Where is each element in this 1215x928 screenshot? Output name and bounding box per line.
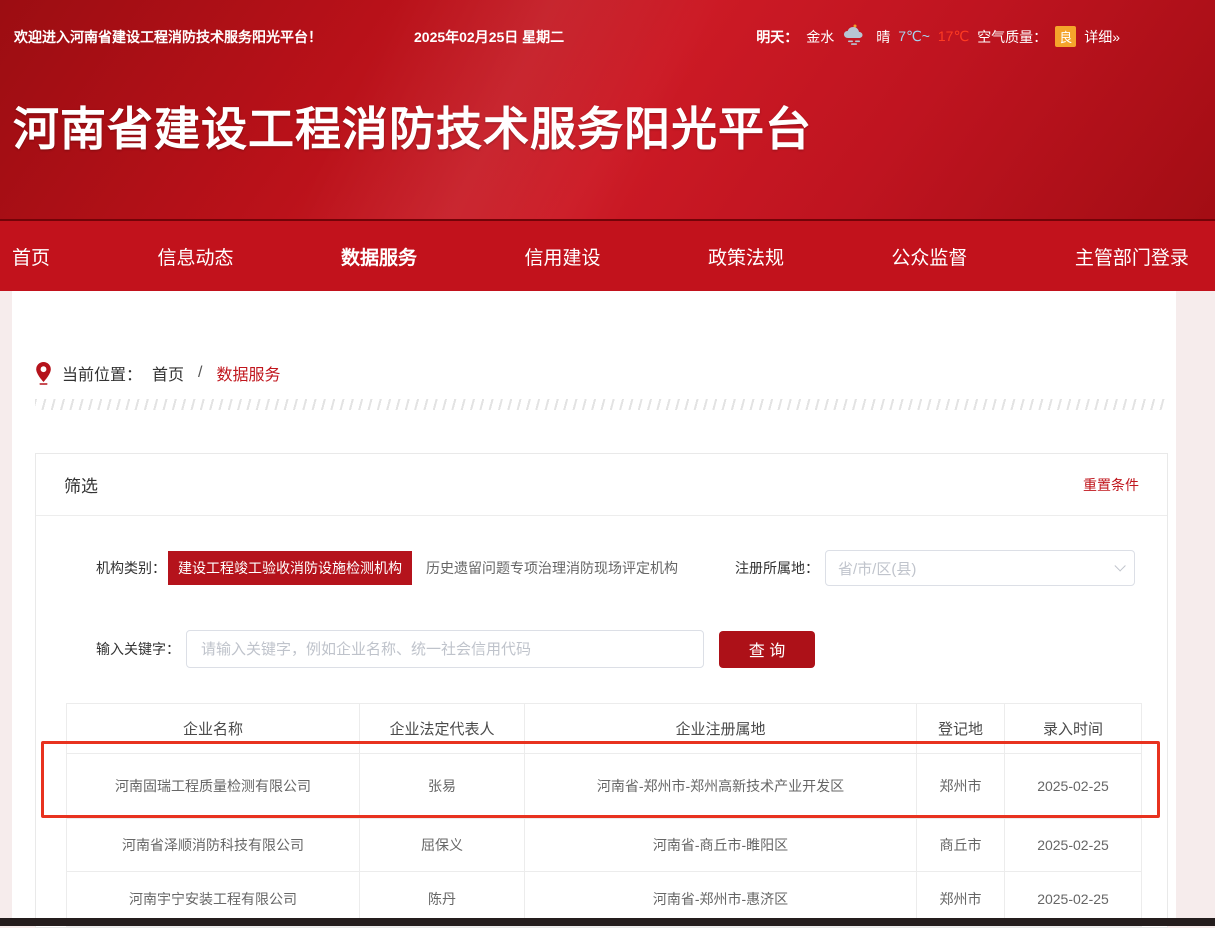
aqi-badge: 良	[1055, 26, 1076, 47]
weather-widget: 明天： 金水 晴 7℃~ 17℃ 空气质量： 良 详细»	[756, 24, 1120, 49]
breadcrumb-home[interactable]: 首页	[152, 361, 184, 385]
col-header-entry-date: 录入时间	[1005, 704, 1142, 754]
content-area: 当前位置： 首页 / 数据服务 筛选 重置条件 机构类别： 建设工程竣工验收消防…	[12, 291, 1176, 918]
cell-registered-location: 河南省-商丘市-睢阳区	[525, 819, 917, 872]
cell-registered-location: 河南省-郑州市-郑州高新技术产业开发区	[525, 754, 917, 819]
filter-panel: 筛选 重置条件 机构类别： 建设工程竣工验收消防设施检测机构 历史遗留问题专项治…	[35, 453, 1168, 928]
table-row: 河南省泽顺消防科技有限公司 屈保义 河南省-商丘市-睢阳区 商丘市 2025-0…	[67, 819, 1142, 872]
cell-registry-city: 商丘市	[917, 819, 1005, 872]
nav-item-credit[interactable]: 信用建设	[524, 243, 600, 270]
table-header-row: 企业名称 企业法定代表人 企业注册属地 登记地 录入时间	[67, 704, 1142, 754]
search-button[interactable]: 查 询	[719, 631, 815, 668]
region-select-placeholder: 省/市/区(县)	[838, 558, 916, 579]
nav-item-news[interactable]: 信息动态	[157, 243, 233, 270]
nav-item-home[interactable]: 首页	[12, 243, 50, 270]
filter-title: 筛选	[64, 472, 98, 497]
keyword-input[interactable]	[186, 630, 704, 668]
cell-company-name: 河南省泽顺消防科技有限公司	[67, 819, 360, 872]
aqi-label: 空气质量：	[977, 27, 1047, 47]
breadcrumb-separator: /	[194, 364, 206, 382]
temp-low: 7℃~	[898, 28, 930, 45]
col-header-registry-city: 登记地	[917, 704, 1005, 754]
region-select[interactable]: 省/市/区(县)	[825, 550, 1135, 586]
col-header-company-name: 企业名称	[67, 704, 360, 754]
page-title: 河南省建设工程消防技术服务阳光平台	[0, 49, 1215, 159]
cell-company-name: 河南固瑞工程质量检测有限公司	[67, 754, 360, 819]
topbar: 欢迎进入河南省建设工程消防技术服务阳光平台！ 2025年02月25日 星期二 明…	[0, 0, 1215, 49]
weather-city: 金水	[806, 27, 834, 47]
category-filter-row: 机构类别： 建设工程竣工验收消防设施检测机构 历史遗留问题专项治理消防现场评定机…	[36, 550, 1167, 586]
filter-panel-header: 筛选 重置条件	[36, 454, 1167, 516]
col-header-registered-location: 企业注册属地	[525, 704, 917, 754]
category-option-other[interactable]: 历史遗留问题专项治理消防现场评定机构	[426, 558, 678, 578]
category-label: 机构类别：	[96, 558, 166, 578]
chevron-down-icon	[1114, 560, 1125, 571]
slash-divider	[35, 399, 1168, 410]
footer-bar	[0, 918, 1215, 926]
category-option-selected[interactable]: 建设工程竣工验收消防设施检测机构	[168, 551, 412, 585]
breadcrumb: 当前位置： 首页 / 数据服务	[35, 361, 1176, 385]
cell-legal-rep: 张易	[360, 754, 525, 819]
header-banner: 欢迎进入河南省建设工程消防技术服务阳光平台！ 2025年02月25日 星期二 明…	[0, 0, 1215, 219]
date-text: 2025年02月25日 星期二	[414, 27, 564, 47]
temp-high: 17℃	[938, 28, 969, 45]
nav-item-supervision[interactable]: 公众监督	[891, 243, 967, 270]
keyword-filter-row: 输入关键字： 查 询	[36, 630, 1167, 668]
reset-filters-link[interactable]: 重置条件	[1083, 475, 1139, 495]
cell-entry-date: 2025-02-25	[1005, 754, 1142, 819]
nav-item-admin-login[interactable]: 主管部门登录	[1075, 243, 1189, 270]
keyword-label: 输入关键字：	[96, 639, 180, 659]
cell-legal-rep: 屈保义	[360, 819, 525, 872]
breadcrumb-current: 数据服务	[216, 361, 280, 385]
weather-condition: 晴	[876, 27, 890, 47]
region-filter-group: 注册所属地： 省/市/区(县)	[735, 550, 1135, 586]
col-header-legal-rep: 企业法定代表人	[360, 704, 525, 754]
main-nav: 首页 信息动态 数据服务 信用建设 政策法规 公众监督 主管部门登录	[0, 219, 1215, 291]
table-row: 河南固瑞工程质量检测有限公司 张易 河南省-郑州市-郑州高新技术产业开发区 郑州…	[67, 754, 1142, 819]
breadcrumb-label: 当前位置：	[62, 361, 142, 385]
companies-table: 企业名称 企业法定代表人 企业注册属地 登记地 录入时间 河南固瑞工程质量检测有…	[66, 703, 1142, 927]
region-label: 注册所属地：	[735, 558, 819, 578]
welcome-text: 欢迎进入河南省建设工程消防技术服务阳光平台！	[14, 27, 322, 47]
cloud-icon	[842, 24, 868, 49]
location-pin-icon	[35, 361, 52, 385]
weather-detail-link[interactable]: 详细»	[1084, 27, 1120, 47]
nav-item-policy[interactable]: 政策法规	[708, 243, 784, 270]
cell-entry-date: 2025-02-25	[1005, 819, 1142, 872]
weather-label: 明天：	[756, 27, 798, 47]
cell-registry-city: 郑州市	[917, 754, 1005, 819]
nav-item-data-service[interactable]: 数据服务	[341, 243, 417, 270]
